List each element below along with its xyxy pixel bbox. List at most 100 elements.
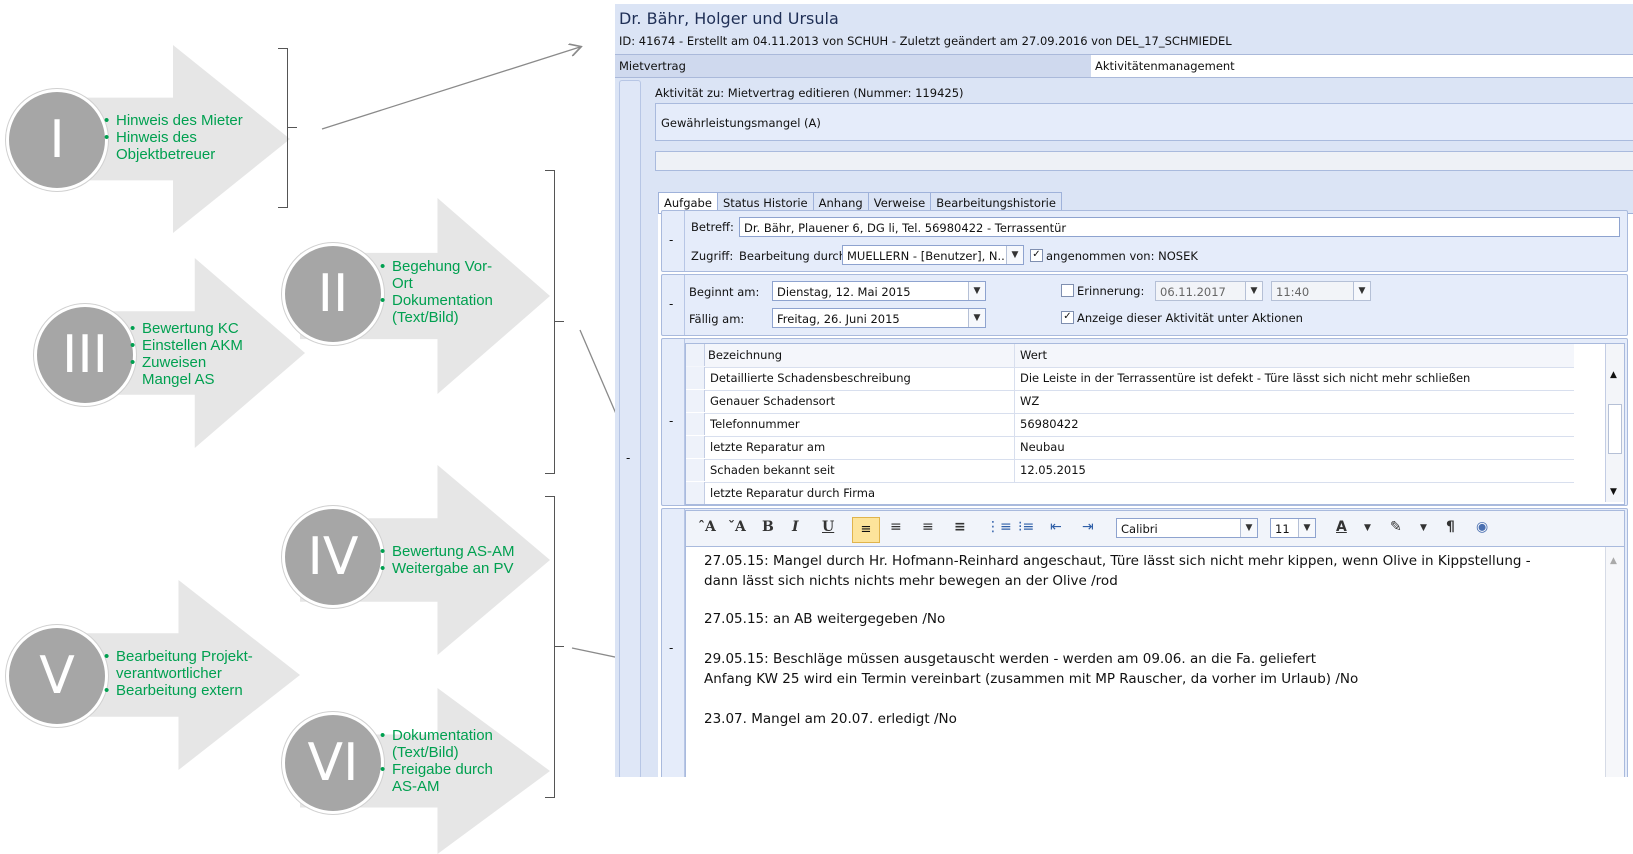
editor-scrollbar[interactable]: ▲ [1605, 547, 1624, 777]
header-bezeichnung[interactable]: Bezeichnung [708, 344, 1008, 367]
highlight-dropdown-icon[interactable]: ▼ [1420, 523, 1427, 533]
app-window: Dr. Bähr, Holger und Ursula ID: 41674 - … [615, 4, 1633, 777]
main-tabstrip: Mietvertrag Aktivitätenmanagement [615, 54, 1633, 78]
group-collapse[interactable]: - [662, 275, 685, 335]
header-wert[interactable]: Wert [1014, 344, 1580, 367]
scroll-thumb[interactable] [1608, 404, 1622, 454]
zugriff-label: Zugriff: [691, 249, 734, 263]
bearbeitung-value: MUELLERN - [Benutzer], N... [847, 249, 1009, 263]
anzeige-checkbox[interactable]: ✓ [1061, 311, 1074, 324]
outdent-icon[interactable]: ⇤ [1050, 519, 1062, 535]
bearbeitung-label: Bearbeitung durch: [739, 249, 850, 263]
spellcheck-icon[interactable]: ◉ [1476, 519, 1488, 535]
connector-arrow [321, 47, 580, 130]
scroll-down-icon[interactable]: ▼ [1610, 487, 1617, 497]
chevron-down-icon[interactable]: ▼ [1006, 246, 1023, 264]
font-family-select[interactable]: Calibri ▼ [1116, 518, 1258, 538]
italic-icon[interactable]: I [792, 519, 799, 535]
font-color-dropdown-icon[interactable]: ▼ [1364, 523, 1371, 533]
richtext-toolbar: ˆA ˇA B I U ≡ ≡ ≡ ≡ ⋮≡ ⁝≡ ⇤ ⇥ Calibri ▼ … [685, 510, 1625, 547]
info-strip [655, 151, 1633, 171]
chevron-down-icon[interactable]: ▼ [1298, 519, 1315, 537]
align-left-icon[interactable]: ≡ [852, 517, 880, 543]
cell-label: Detaillierte Schadensbeschreibung [710, 371, 911, 385]
cell-value[interactable]: WZ [1014, 390, 1580, 413]
notes-editor[interactable]: 27.05.15: Mangel durch Hr. Hofmann-Reinh… [685, 546, 1625, 777]
font-color-icon[interactable]: A [1336, 519, 1347, 535]
erinnerung-date-value: 06.11.2017 [1160, 285, 1226, 299]
cell-value[interactable]: 56980422 [1014, 413, 1580, 436]
anzeige-label: Anzeige dieser Aktivität unter Aktionen [1077, 311, 1303, 325]
note-line: 29.05.15: Beschläge müssen ausgetauscht … [704, 651, 1316, 667]
betreff-input[interactable]: Dr. Bähr, Plauener 6, DG li, Tel. 569804… [739, 217, 1620, 237]
beginnt-value: Dienstag, 12. Mai 2015 [777, 285, 911, 299]
angenommen-checkbox[interactable]: ✓ [1030, 249, 1043, 262]
table-row[interactable]: Detaillierte Schadensbeschreibung Die Le… [686, 367, 1574, 391]
faellig-date-input[interactable]: Freitag, 26. Juni 2015 ▼ [772, 308, 986, 328]
chevron-down-icon[interactable]: ▼ [1353, 282, 1370, 300]
group-collapse[interactable]: - [662, 211, 685, 271]
justify-icon[interactable]: ≡ [954, 519, 966, 535]
cell-label: letzte Reparatur am [710, 440, 826, 454]
betreff-label: Betreff: [691, 220, 734, 234]
tab-aktivitaetenmanagement[interactable]: Aktivitätenmanagement [1091, 55, 1633, 77]
dates-group: - Beginnt am: Dienstag, 12. Mai 2015 ▼ F… [661, 274, 1628, 336]
erinnerung-checkbox[interactable] [1061, 284, 1074, 297]
bullet-list-icon[interactable]: ⁝≡ [1018, 519, 1034, 535]
cell-label: Genauer Schadensort [710, 394, 835, 408]
bearbeitung-select[interactable]: MUELLERN - [Benutzer], N... ▼ [842, 245, 1024, 265]
subject-group: - Betreff: Dr. Bähr, Plauener 6, DG li, … [661, 210, 1628, 272]
align-center-icon[interactable]: ≡ [890, 519, 902, 535]
numbered-list-icon[interactable]: ⋮≡ [986, 519, 1012, 535]
scroll-up-icon[interactable]: ▲ [1610, 551, 1617, 571]
category-box: Gewährleistungsmangel (A) [655, 103, 1633, 141]
group-collapse[interactable]: - [662, 509, 685, 777]
highlight-icon[interactable]: ✎ [1390, 519, 1402, 535]
beginnt-label: Beginnt am: [689, 285, 760, 299]
bold-icon[interactable]: B [762, 519, 774, 535]
note-line: 23.07. Mangel am 20.07. erledigt /No [704, 711, 957, 727]
note-line: 27.05.15: an AB weitergegeben /No [704, 611, 946, 627]
table-row[interactable]: Genauer Schadensort WZ [686, 390, 1574, 414]
table-row[interactable]: letzte Reparatur am Neubau [686, 436, 1574, 460]
table-row[interactable]: letzte Reparatur durch Firma [686, 482, 1574, 505]
erinnerung-date-input[interactable]: 06.11.2017 ▼ [1155, 281, 1263, 301]
scroll-up-icon[interactable]: ▲ [1610, 370, 1617, 380]
window-title: Dr. Bähr, Holger und Ursula [619, 9, 839, 28]
faellig-label: Fällig am: [689, 312, 745, 326]
tab-mietvertrag[interactable]: Mietvertrag [615, 55, 1094, 77]
chevron-down-icon[interactable]: ▼ [968, 282, 985, 300]
collapse-label: - [626, 451, 631, 465]
faellig-value: Freitag, 26. Juni 2015 [777, 312, 900, 326]
paragraph-mark-icon[interactable]: ¶ [1446, 519, 1455, 535]
cell-value[interactable]: Neubau [1014, 436, 1580, 459]
align-right-icon[interactable]: ≡ [922, 519, 934, 535]
erinnerung-label: Erinnerung: [1077, 284, 1145, 298]
beginnt-date-input[interactable]: Dienstag, 12. Mai 2015 ▼ [772, 281, 986, 301]
cell-value[interactable]: Die Leiste in der Terrassentüre ist defe… [1014, 367, 1580, 390]
font-grow-icon[interactable]: ˆA [698, 519, 716, 535]
grid-header: Bezeichnung Wert [686, 344, 1574, 368]
grid-scrollbar[interactable]: ▲ ▼ [1605, 344, 1624, 502]
cell-value[interactable]: 12.05.2015 [1014, 459, 1580, 482]
note-line: 27.05.15: Mangel durch Hr. Hofmann-Reinh… [704, 553, 1531, 589]
erinnerung-time-value: 11:40 [1276, 285, 1310, 299]
table-row[interactable]: Schaden bekannt seit 12.05.2015 [686, 459, 1574, 483]
collapse-bar[interactable]: - [619, 80, 641, 777]
angenommen-label: angenommen von: NOSEK [1046, 249, 1198, 263]
cell-label: Telefonnummer [710, 417, 800, 431]
properties-grid: Bezeichnung Wert Detaillierte Schadensbe… [685, 343, 1625, 505]
chevron-down-icon[interactable]: ▼ [968, 309, 985, 327]
font-size-select[interactable]: 11 ▼ [1270, 518, 1316, 538]
erinnerung-time-input[interactable]: 11:40 ▼ [1271, 281, 1371, 301]
chevron-down-icon[interactable]: ▼ [1245, 282, 1262, 300]
chevron-down-icon[interactable]: ▼ [1240, 519, 1257, 537]
font-family-value: Calibri [1121, 522, 1158, 536]
table-row[interactable]: Telefonnummer 56980422 [686, 413, 1574, 437]
indent-icon[interactable]: ⇥ [1082, 519, 1094, 535]
group-collapse[interactable]: - [662, 339, 685, 505]
font-shrink-icon[interactable]: ˇA [728, 519, 746, 535]
underline-icon[interactable]: U [822, 519, 834, 535]
activity-caption: Aktivität zu: Mietvertrag editieren (Num… [655, 86, 964, 100]
cell-label: letzte Reparatur durch Firma [710, 486, 875, 500]
